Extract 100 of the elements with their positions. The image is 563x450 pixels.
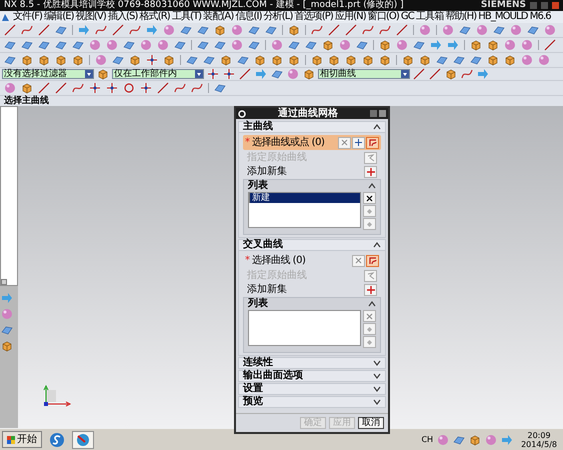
circle-icon[interactable]: [123, 82, 135, 94]
cube-icon[interactable]: [21, 54, 33, 66]
sheet-icon[interactable]: [288, 39, 300, 51]
line-icon[interactable]: [396, 24, 408, 36]
menu-item[interactable]: 工具(T): [170, 11, 202, 23]
cube-icon[interactable]: [322, 39, 334, 51]
scroll-button[interactable]: [1, 279, 7, 285]
line-icon[interactable]: [4, 24, 16, 36]
curve-select-button[interactable]: [366, 136, 379, 148]
point-icon[interactable]: [140, 82, 152, 94]
origin-button[interactable]: [364, 270, 377, 282]
line-icon[interactable]: [239, 68, 251, 80]
sheet-icon[interactable]: [112, 54, 124, 66]
line-icon[interactable]: [55, 82, 67, 94]
add-set-button[interactable]: [364, 284, 377, 296]
filter-dropdown[interactable]: 没有选择过滤器: [2, 69, 94, 79]
cube-icon[interactable]: [288, 24, 300, 36]
sheet-icon[interactable]: [4, 54, 16, 66]
curve-icon[interactable]: [461, 68, 473, 80]
remove-button[interactable]: [363, 192, 376, 204]
language-indicator[interactable]: CH: [421, 434, 434, 446]
curve-icon[interactable]: [129, 24, 141, 36]
cube-icon[interactable]: [419, 54, 431, 66]
menu-item[interactable]: 首选项(P): [292, 11, 333, 23]
select-row[interactable]: * 选择曲线 (0): [243, 253, 381, 268]
taskbar-app-button[interactable]: [72, 430, 94, 448]
cube-icon[interactable]: [487, 39, 499, 51]
cube-icon[interactable]: [55, 54, 67, 66]
section-header[interactable]: 连续性: [238, 357, 386, 369]
cube-icon[interactable]: [445, 68, 457, 80]
sheet-icon[interactable]: [237, 54, 249, 66]
sheet-icon[interactable]: [72, 39, 84, 51]
sheet-icon[interactable]: [1, 324, 13, 336]
menu-item[interactable]: 装配(A): [201, 11, 234, 23]
sheet-icon[interactable]: [197, 39, 209, 51]
cube-icon[interactable]: [470, 39, 482, 51]
menu-item[interactable]: HB_MOULD M6.6: [476, 11, 551, 23]
curve-icon[interactable]: [379, 24, 391, 36]
section-header[interactable]: 主曲线: [238, 121, 386, 133]
cube-icon[interactable]: [311, 54, 323, 66]
cube-icon[interactable]: [328, 54, 340, 66]
sheet-icon[interactable]: [186, 54, 198, 66]
collapse-icon[interactable]: [368, 183, 376, 189]
sheet-icon[interactable]: [248, 39, 260, 51]
cube-icon[interactable]: [72, 54, 84, 66]
sheet-icon[interactable]: [453, 434, 466, 446]
cube-icon[interactable]: [129, 54, 141, 66]
section-header[interactable]: 设置: [238, 383, 386, 395]
line-icon[interactable]: [544, 39, 556, 51]
deselect-button[interactable]: [352, 254, 365, 266]
sheet-icon[interactable]: [203, 54, 215, 66]
line-icon[interactable]: [328, 24, 340, 36]
cube-icon[interactable]: [303, 68, 315, 80]
cube-icon[interactable]: [504, 54, 516, 66]
section-header[interactable]: 预览: [238, 396, 386, 408]
menu-item[interactable]: 信息(I): [233, 11, 262, 23]
menu-item[interactable]: GC 工具箱: [398, 11, 444, 23]
dialog-button[interactable]: 取消: [358, 417, 384, 429]
line-icon[interactable]: [429, 68, 441, 80]
deselect-button[interactable]: [338, 136, 351, 148]
line-icon[interactable]: [112, 24, 124, 36]
cube-icon[interactable]: [254, 54, 266, 66]
curve-icon[interactable]: [174, 82, 186, 94]
menu-item[interactable]: 视图(V): [74, 11, 106, 23]
line-icon[interactable]: [413, 68, 425, 80]
point-icon[interactable]: [106, 82, 118, 94]
collapse-icon[interactable]: [373, 242, 381, 248]
sheet-icon[interactable]: [470, 54, 482, 66]
cube-icon[interactable]: [345, 54, 357, 66]
menu-item[interactable]: 编辑(E): [42, 11, 74, 23]
collapse-icon[interactable]: [368, 301, 376, 307]
sheet-icon[interactable]: [413, 39, 425, 51]
curve-icon[interactable]: [95, 24, 107, 36]
sheet-icon[interactable]: [356, 39, 368, 51]
section-header[interactable]: 交叉曲线: [238, 239, 386, 251]
sheet-icon[interactable]: [4, 39, 16, 51]
sheet-icon[interactable]: [123, 39, 135, 51]
list-row[interactable]: 新建: [249, 193, 360, 203]
line-icon[interactable]: [38, 24, 50, 36]
cube-icon[interactable]: [220, 54, 232, 66]
cube-icon[interactable]: [271, 54, 283, 66]
curve-icon[interactable]: [362, 24, 374, 36]
collapse-icon[interactable]: [373, 124, 381, 130]
menu-item[interactable]: 插入(S): [106, 11, 138, 23]
menu-item[interactable]: 帮助(H): [443, 11, 476, 23]
sheet-icon[interactable]: [38, 39, 50, 51]
point-icon[interactable]: [89, 82, 101, 94]
section-header[interactable]: 输出曲面选项: [238, 370, 386, 382]
point-button[interactable]: [352, 136, 365, 148]
cube-icon[interactable]: [288, 54, 300, 66]
curve-icon[interactable]: [21, 24, 33, 36]
cube-icon[interactable]: [1, 340, 13, 352]
gear-icon[interactable]: [238, 110, 246, 118]
sheet-icon[interactable]: [214, 39, 226, 51]
point-icon[interactable]: [207, 68, 219, 80]
curve-icon[interactable]: [72, 82, 84, 94]
curve-select-button[interactable]: [366, 254, 379, 266]
filter-dropdown[interactable]: 相切曲线: [318, 69, 410, 79]
add-set-button[interactable]: [364, 166, 377, 178]
sheet-icon[interactable]: [174, 39, 186, 51]
